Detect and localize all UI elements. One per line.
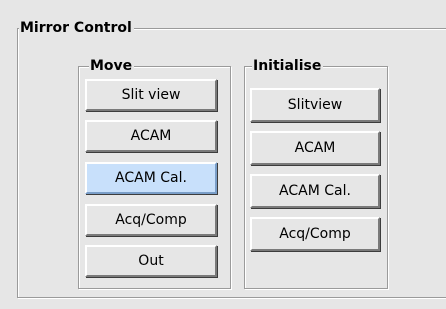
move-out-button[interactable]: Out [85,245,217,277]
init-acam-button[interactable]: ACAM [250,131,380,165]
mirror-control-group: Mirror Control Move Slit view ACAM ACAM … [17,20,446,298]
move-group-title: Move [89,58,135,74]
move-acam-cal-button[interactable]: ACAM Cal. [85,162,217,194]
move-group: Move Slit view ACAM ACAM Cal. Acq/Comp O… [78,58,231,289]
mirror-control-title: Mirror Control [19,20,134,36]
init-slitview-button[interactable]: Slitview [250,88,380,122]
initialise-group: Initialise Slitview ACAM ACAM Cal. Acq/C… [244,58,388,289]
init-acq-comp-button[interactable]: Acq/Comp [250,217,380,251]
move-slit-view-button[interactable]: Slit view [85,79,217,111]
move-acam-button[interactable]: ACAM [85,120,217,152]
move-acq-comp-button[interactable]: Acq/Comp [85,204,217,236]
init-acam-cal-button[interactable]: ACAM Cal. [250,174,380,208]
initialise-group-title: Initialise [252,58,324,74]
